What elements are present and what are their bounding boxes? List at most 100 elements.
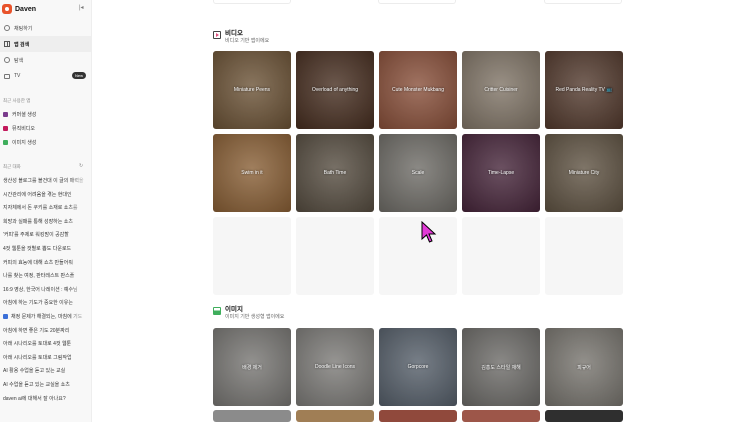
app-thumbnail-icon (3, 140, 8, 145)
app-tile-label: Time-Lapse (487, 170, 515, 176)
app-tile-label: Doodle Line Icons (314, 364, 356, 370)
text-fade (69, 340, 89, 348)
chat-history-item[interactable]: 생산성 블로그를 블건대 이 글의 매력을 (3, 177, 89, 184)
app-tile[interactable]: Bath Time (296, 134, 374, 212)
grid-icon (4, 41, 10, 47)
app-tile[interactable]: Time-Lapse (462, 134, 540, 212)
app-tile[interactable]: Miniature City (545, 134, 623, 212)
previous-row-tile[interactable] (378, 0, 456, 4)
chat-history-item[interactable]: 아침에 하는 기도가 중요한 이유는 (3, 299, 89, 307)
chat-title: daven ai에 대해서 잘 아나요? (3, 395, 66, 402)
nav-item-label: 앱 검색 (14, 41, 30, 48)
app-tile-label: 배경 제거 (242, 364, 262, 371)
app-tile-label: Miniature Peens (233, 87, 271, 93)
app-tile[interactable]: Scale (379, 134, 457, 212)
app-tile[interactable]: 피규어 (545, 328, 623, 406)
app-tile[interactable]: Critter Cuisiner (462, 51, 540, 129)
chat-history-item[interactable]: 아래 시나리오를 토대로 4컷 웹툰 (3, 340, 89, 348)
recent-app-item[interactable]: 이미지 생성 (3, 139, 36, 146)
chat-history-item[interactable]: 지자체에서 돈 쿠키를 소재로 쇼츠를 (3, 204, 89, 212)
app-tile[interactable]: Swim in it (213, 134, 291, 212)
text-fade (69, 245, 89, 252)
app-tile[interactable]: Gorpcore (379, 328, 457, 406)
chat-history-item[interactable]: 나를 찾는 여정, 판타레스트 판스플 (3, 272, 89, 280)
chat-history-item[interactable]: 채정 문제가 해결되는, 마침에 기도 (3, 313, 89, 320)
nav-item-chat[interactable]: 채팅하기 (0, 20, 91, 36)
text-fade (69, 394, 89, 402)
chat-history-item[interactable]: 아침에 하면 좋은 기도 20분짜리 (3, 326, 89, 334)
chat-history-item[interactable]: 희망과 실패를 통해 성장하는 쇼츠 (3, 217, 89, 225)
loading-tile-placeholder (379, 217, 457, 295)
text-fade (69, 299, 89, 307)
chat-history-item[interactable]: 커피의 효능에 대해 쇼츠 만들어줘 (3, 258, 89, 266)
chat-history-item[interactable]: daven ai에 대해서 잘 아나요? (3, 394, 89, 402)
nav-item-label: 채팅하기 (14, 25, 33, 32)
image-icon (213, 307, 221, 315)
recent-app-label: 커머셜 생성 (12, 112, 37, 118)
app-tile[interactable]: 김홍도 스타일 재해 (462, 328, 540, 406)
recent-app-item[interactable]: 뮤직비디오 (3, 125, 35, 132)
mouse-cursor-icon (421, 221, 437, 243)
app-tile[interactable] (213, 410, 291, 422)
previous-row-tile[interactable] (544, 0, 622, 4)
chat-title: AI 활용 수업을 듣고 있는 교실 (3, 368, 66, 375)
app-tile[interactable]: Overload of anything (296, 51, 374, 129)
collapse-sidebar-icon[interactable]: |◂ (79, 4, 84, 11)
chat-history-item[interactable]: 4컷 웹툰을 컷별로 뽑도 다운로드 (3, 245, 89, 252)
section-title: 이미지 (225, 306, 243, 313)
app-tile[interactable]: Cute Monster Mukbang (379, 51, 457, 129)
app-tile[interactable] (296, 410, 374, 422)
app-tile[interactable] (462, 410, 540, 422)
chat-title: 아래 시나리오를 토대로 4컷 웹툰 (3, 341, 72, 348)
recent-apps-heading: 최근 사용한 앱 (3, 98, 31, 103)
chat-title: 시간관리에 어려움을 겪는 현대인 (3, 191, 72, 198)
app-tile-label: Cute Monster Mukbang (392, 87, 444, 93)
text-fade (69, 258, 89, 266)
brand-name: Daven (15, 5, 37, 13)
new-badge: New (71, 72, 86, 79)
app-tile-label: Overload of anything (311, 87, 359, 93)
chat-history-item[interactable]: '커피'를 주제로 워킹맘이 공감할 (3, 231, 89, 239)
nav-item-explore[interactable]: 탐색 (0, 52, 91, 68)
sidebar: Daven |◂ 채팅하기 앱 검색 탐색 TV New 최근 사용한 앱 커머… (0, 0, 92, 422)
chat-title: 16:9 영상, 한국어 나레이션 : 예수님 (3, 286, 78, 293)
text-fade (69, 381, 89, 388)
chat-app-icon (3, 314, 8, 319)
app-thumbnail-icon (3, 112, 8, 117)
chat-title: 지자체에서 돈 쿠키를 소재로 쇼츠를 (3, 205, 78, 212)
app-tile[interactable] (379, 410, 457, 422)
main-nav: 채팅하기 앱 검색 탐색 TV New (0, 20, 91, 84)
recent-app-label: 이미지 생성 (12, 140, 37, 146)
text-fade (69, 190, 89, 198)
app-tile-label: Swim in it (241, 170, 263, 176)
section-subtitle: 이미지 기반 생성형 앱이에요 (225, 314, 285, 320)
history-icon[interactable]: ↻ (79, 163, 83, 169)
app-tile[interactable] (545, 410, 623, 422)
clock-icon (4, 25, 10, 31)
loading-tile-placeholder (213, 217, 291, 295)
recent-app-item[interactable]: 커머셜 생성 (3, 111, 36, 118)
previous-row-tile[interactable] (213, 0, 291, 4)
app-tile[interactable]: Doodle Line Icons (296, 328, 374, 406)
text-fade (69, 204, 89, 212)
chat-history-item[interactable]: AI 활용 수업을 듣고 있는 교실 (3, 367, 89, 375)
nav-item-app-search[interactable]: 앱 검색 (0, 36, 91, 52)
app-tile[interactable]: Miniature Peens (213, 51, 291, 129)
recent-app-label: 뮤직비디오 (12, 126, 36, 132)
video-app-grid: Miniature Peens Overload of anything Cute … (213, 51, 625, 295)
recent-chats-heading: 최근 대화 (3, 164, 21, 169)
chat-history-item[interactable]: 16:9 영상, 한국어 나레이션 : 예수님 (3, 285, 89, 293)
chat-title: '커피'를 주제로 워킹맘이 공감할 (3, 232, 69, 239)
chat-history-item[interactable]: AI 수업을 듣고 있는 교실을 쇼츠 (3, 381, 89, 388)
app-tile-label: 김홍도 스타일 재해 (481, 364, 521, 371)
chat-history-item[interactable]: 시간관리에 어려움을 겪는 현대인 (3, 190, 89, 198)
main-content: 비디오 비디오 기반 앱이에요 Miniature Peens Overload … (92, 0, 750, 422)
app-tile[interactable]: Red Panda Reality TV 📺 (545, 51, 623, 129)
image-app-grid: 배경 제거 Doodle Line Icons Gorpcore 김홍도 스타일 재해… (213, 328, 625, 406)
text-fade (69, 177, 89, 184)
brand[interactable]: Daven (2, 3, 36, 15)
app-tile[interactable]: 배경 제거 (213, 328, 291, 406)
chat-history-item[interactable]: 아래 시나리오를 토대로 그림작업 (3, 353, 89, 361)
nav-item-tv[interactable]: TV New (0, 68, 91, 84)
chat-title: 아침에 하면 좋은 기도 20분짜리 (3, 327, 70, 334)
